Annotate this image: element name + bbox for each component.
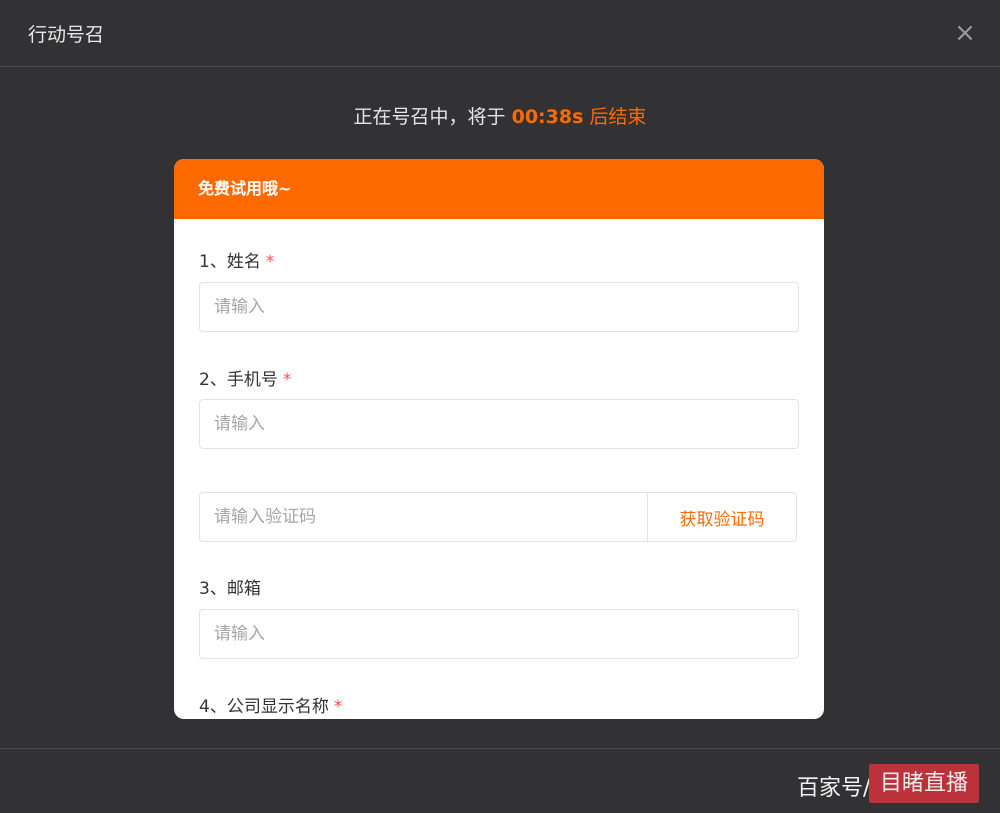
close-icon[interactable]: ×: [952, 18, 978, 48]
company-label: 4、公司显示名称 *: [199, 692, 342, 717]
required-mark: *: [282, 370, 292, 390]
required-mark: *: [265, 252, 275, 272]
email-input[interactable]: [199, 609, 799, 659]
countdown-banner: 正在号召中，将于 00:38s 后结束: [0, 102, 1000, 129]
name-label: 1、姓名 *: [199, 247, 274, 272]
email-label: 3、邮箱: [199, 574, 261, 599]
verification-code-input[interactable]: [200, 493, 647, 541]
dialog-header: 行动号召 ×: [0, 0, 1000, 67]
name-input[interactable]: [199, 282, 799, 332]
required-mark: *: [333, 697, 343, 717]
form-header: 免费试用哦~: [174, 159, 824, 219]
company-label-text: 4、公司显示名称: [199, 697, 329, 717]
name-label-text: 1、姓名: [199, 252, 261, 272]
phone-input[interactable]: [199, 399, 799, 449]
dialog-title: 行动号召: [28, 24, 105, 46]
footer-divider: [0, 748, 1000, 749]
get-code-button[interactable]: 获取验证码: [647, 493, 796, 541]
countdown-prefix: 正在号召中，将于: [353, 106, 512, 128]
verification-group: 获取验证码: [199, 492, 797, 542]
phone-label-text: 2、手机号: [199, 370, 278, 390]
watermark-text: 百家号/: [797, 776, 871, 801]
email-label-text: 3、邮箱: [199, 579, 261, 599]
countdown-suffix: 后结束: [583, 106, 647, 128]
countdown-time: 00:38s: [511, 106, 584, 128]
watermark-badge: 目睹直播: [869, 764, 979, 803]
phone-label: 2、手机号 *: [199, 365, 291, 390]
form-card: 免费试用哦~ 1、姓名* 2、手机号* 获取验证码 3、邮箱 4、公司显示名称*: [174, 159, 824, 719]
